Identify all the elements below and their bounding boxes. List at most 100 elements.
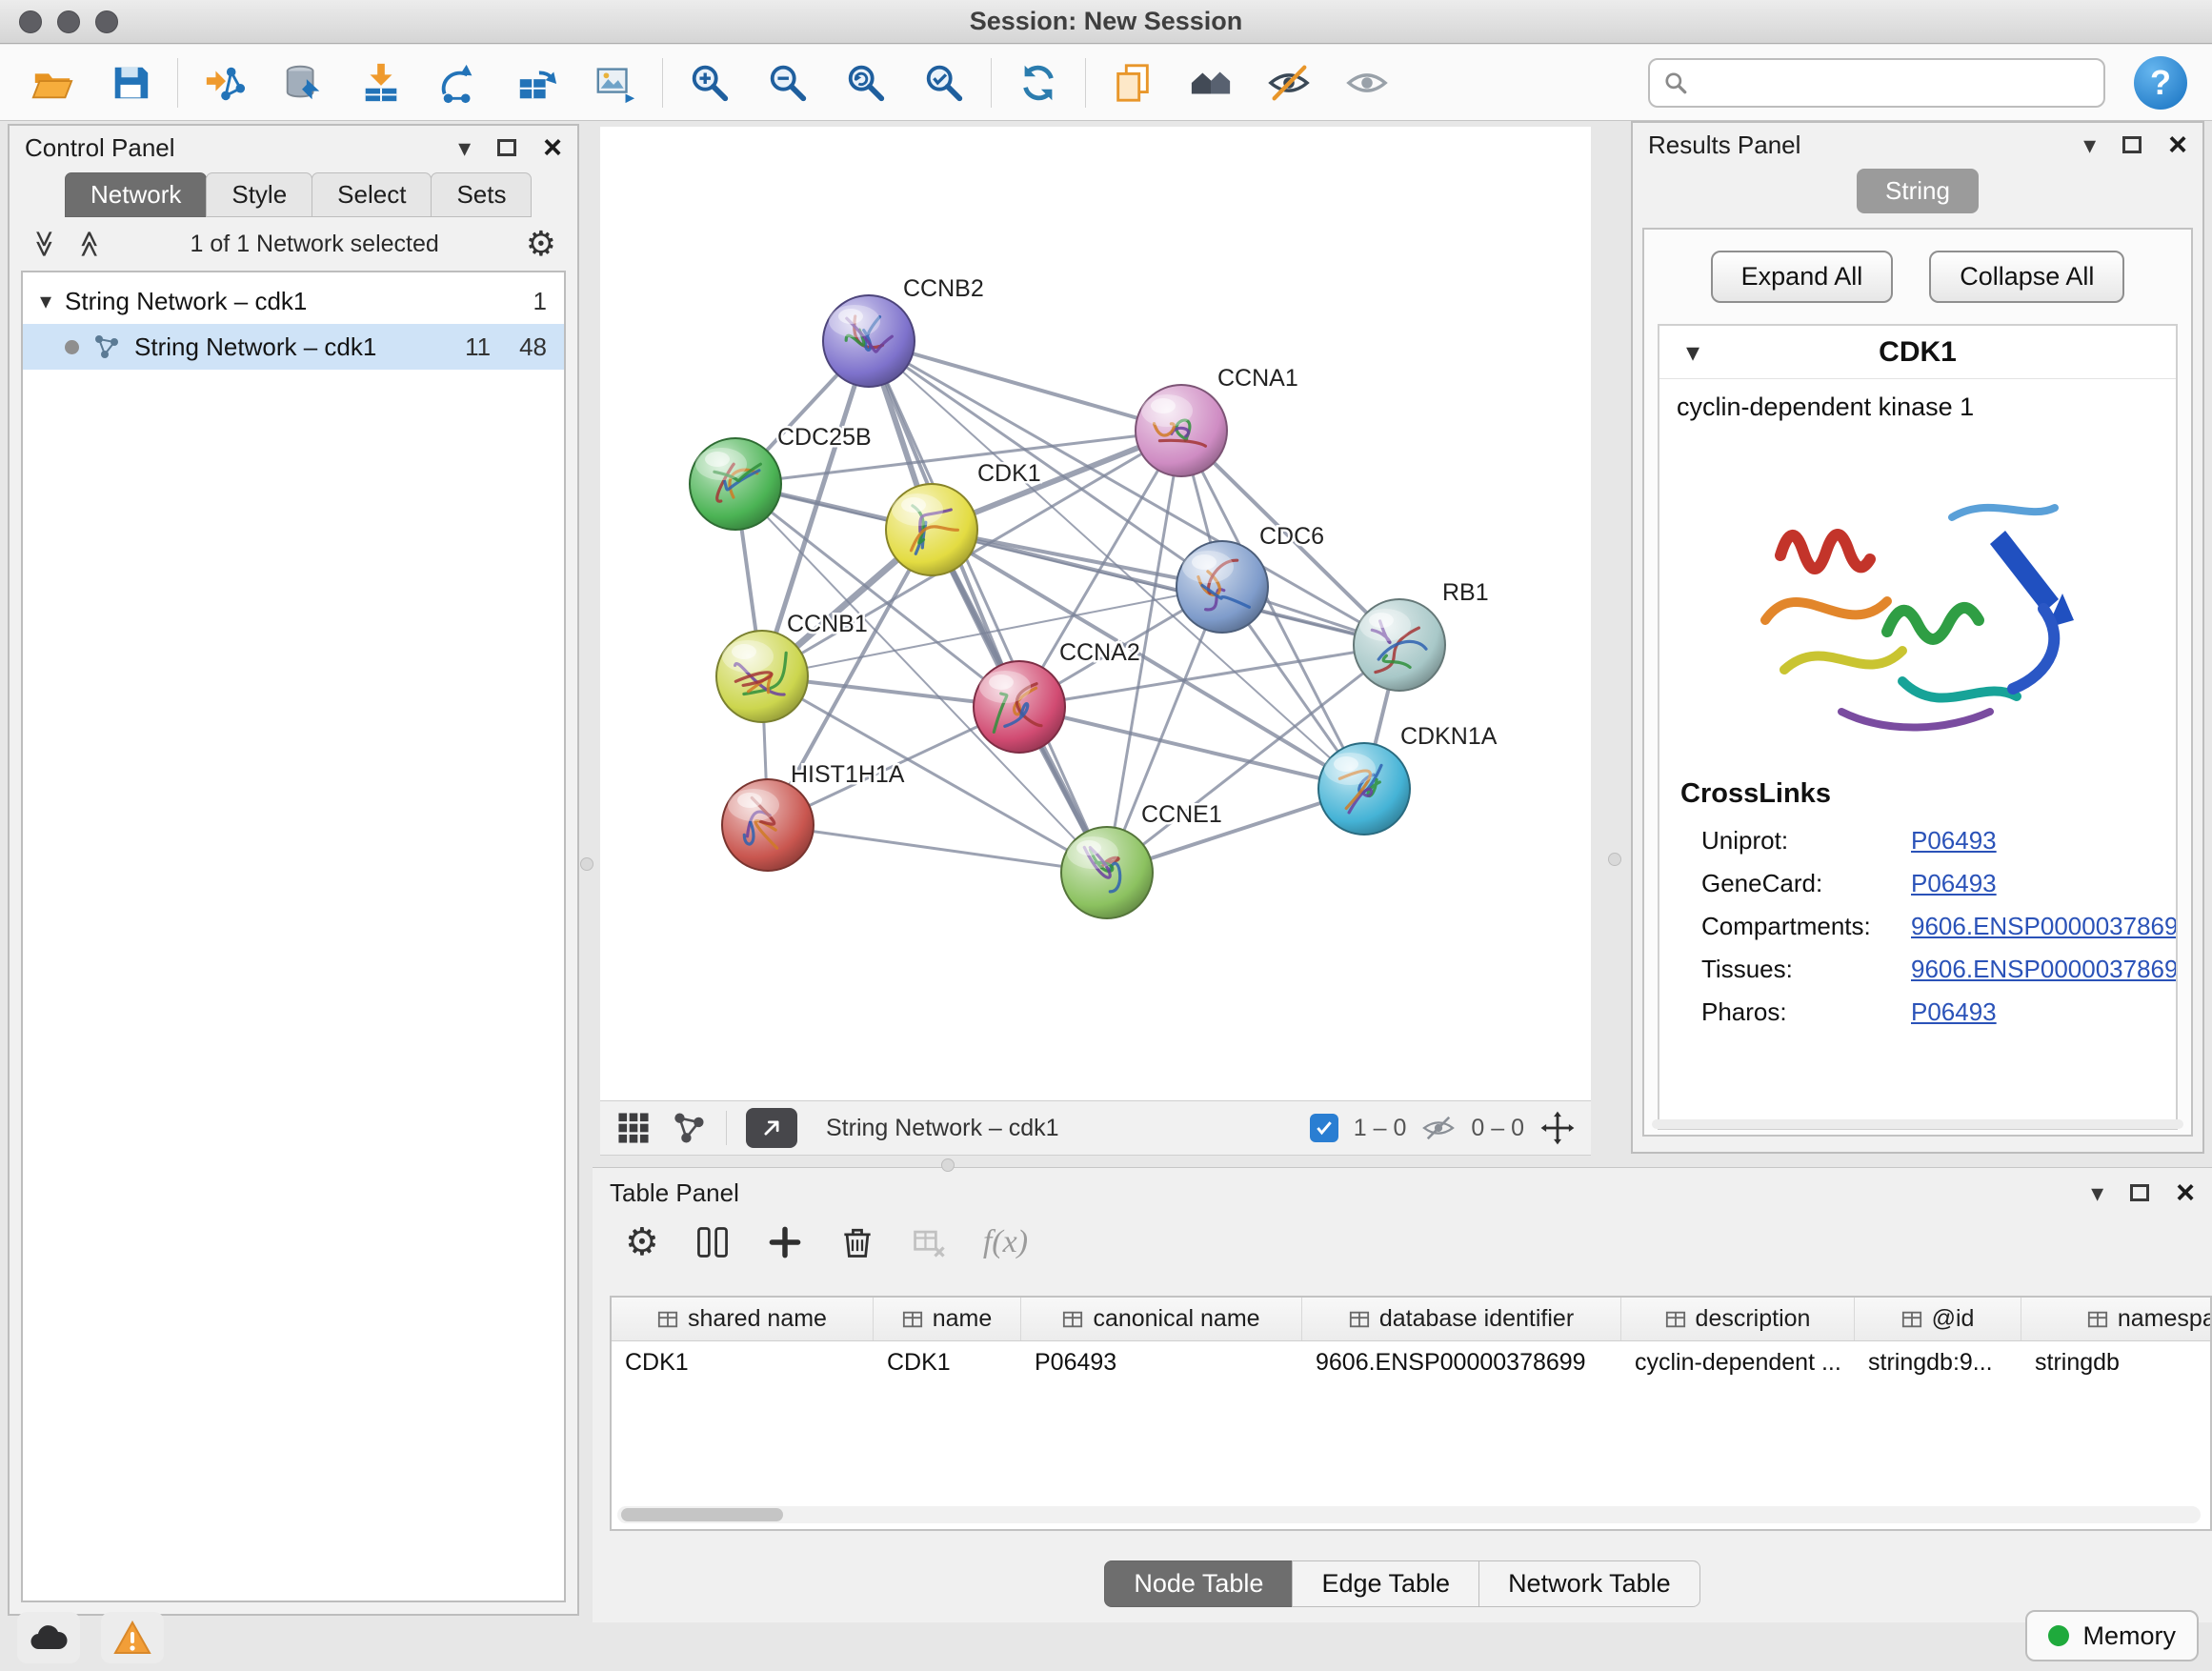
network-overview-icon[interactable] (671, 1110, 707, 1146)
panel-close-icon[interactable]: × (2168, 129, 2187, 161)
panel-close-icon[interactable]: × (2176, 1177, 2195, 1209)
open-session-button[interactable] (25, 55, 80, 111)
zoom-in-button[interactable] (682, 55, 737, 111)
collapse-section-icon[interactable]: ▾ (1659, 336, 1726, 368)
table-cell[interactable]: P06493 (1021, 1349, 1302, 1377)
window-minimize-button[interactable] (57, 10, 80, 33)
hide-annotations-button[interactable] (1261, 55, 1317, 111)
table-cell[interactable]: cyclin-dependent ... (1621, 1349, 1855, 1377)
collapse-all-button[interactable]: Collapse All (1929, 251, 2124, 303)
warning-status-button[interactable] (101, 1612, 164, 1663)
network-node-CDK1[interactable] (886, 484, 977, 575)
crosslink-link[interactable]: P06493 (1911, 826, 1997, 856)
splitter-handle[interactable] (941, 1158, 955, 1172)
splitter-handle[interactable] (580, 857, 593, 871)
tab-string[interactable]: String (1857, 169, 1979, 213)
collapse-all-networks-icon[interactable]: ≫ (76, 230, 103, 257)
column-header-name[interactable]: name (874, 1298, 1021, 1340)
help-button[interactable]: ? (2134, 56, 2187, 110)
column-header-canonical-name[interactable]: canonical name (1021, 1298, 1302, 1340)
crosslink-link[interactable]: 9606.ENSP00000378699 (1911, 955, 2178, 984)
network-node-CCNB1[interactable] (716, 631, 808, 722)
network-node-CCNE1[interactable] (1061, 827, 1153, 918)
tab-style[interactable]: Style (206, 172, 312, 217)
network-node-CCNB2[interactable] (823, 295, 915, 387)
network-node-CDKN1A[interactable] (1318, 743, 1410, 835)
duplicate-button[interactable] (1105, 55, 1160, 111)
panel-float-icon[interactable] (497, 139, 516, 156)
column-header-database-identifier[interactable]: database identifier (1302, 1298, 1621, 1340)
network-canvas[interactable]: CCNB2CCNA1CDC25BCDK1CDC6RB1CCNB1CCNA2CDK… (600, 127, 1591, 1100)
tab-select[interactable]: Select (312, 172, 432, 217)
show-graphics-details-button[interactable] (1339, 55, 1395, 111)
column-header-description[interactable]: description (1621, 1298, 1855, 1340)
tab-network[interactable]: Network (65, 172, 207, 217)
export-image-button[interactable] (588, 55, 643, 111)
control-panel-tabs: NetworkStyleSelectSets (10, 170, 577, 217)
memory-button[interactable]: Memory (2025, 1610, 2199, 1661)
table-cell[interactable]: 9606.ENSP00000378699 (1302, 1349, 1621, 1377)
network-node-CDC25B[interactable] (690, 438, 781, 530)
table-cell[interactable]: CDK1 (874, 1349, 1021, 1377)
import-network-file-button[interactable] (197, 55, 252, 111)
zoom-fit-button[interactable] (838, 55, 894, 111)
network-node-RB1[interactable] (1354, 599, 1445, 691)
network-row-selected[interactable]: String Network – cdk1 11 48 (23, 324, 564, 370)
export-table-button[interactable] (510, 55, 565, 111)
network-options-gear-icon[interactable]: ⚙ (526, 227, 556, 261)
column-header-namespace[interactable]: namespace (2021, 1298, 2212, 1340)
selected-items-checkbox[interactable] (1310, 1114, 1338, 1142)
birdseye-view-icon[interactable] (615, 1110, 652, 1146)
delete-column-trash-icon[interactable] (838, 1223, 876, 1261)
zoom-selected-button[interactable] (916, 55, 972, 111)
network-node-CDC6[interactable] (1176, 541, 1268, 633)
annotation-mode-button[interactable] (746, 1108, 797, 1148)
table-options-gear-icon[interactable]: ⚙ (625, 1223, 659, 1261)
gene-header[interactable]: ▾ CDK1 (1659, 326, 2176, 379)
panel-close-icon[interactable]: × (543, 131, 562, 164)
create-column-plus-icon[interactable] (766, 1223, 804, 1261)
crosslink-link[interactable]: 9606.ENSP00000378699 (1911, 912, 2178, 941)
search-input[interactable] (1698, 68, 2090, 97)
expand-all-button[interactable]: Expand All (1711, 251, 1894, 303)
refresh-button[interactable] (1011, 55, 1066, 111)
window-close-button[interactable] (19, 10, 42, 33)
network-collection-row[interactable]: ▾ String Network – cdk1 1 (23, 278, 564, 324)
home-button[interactable] (1183, 55, 1238, 111)
splitter-handle[interactable] (1608, 853, 1621, 866)
show-columns-icon[interactable] (694, 1223, 732, 1261)
column-header-shared-name[interactable]: shared name (612, 1298, 874, 1340)
panel-float-icon[interactable] (2130, 1184, 2149, 1201)
panel-menu-icon[interactable]: ▾ (2091, 1180, 2103, 1205)
network-node-CCNA2[interactable] (974, 661, 1065, 753)
crosslink-link[interactable]: P06493 (1911, 869, 1997, 898)
save-session-button[interactable] (103, 55, 158, 111)
table-cell[interactable]: stringdb (2021, 1349, 2212, 1377)
table-cell[interactable]: CDK1 (612, 1349, 874, 1377)
expand-all-networks-icon[interactable]: ≫ (31, 230, 58, 257)
tab-network-table[interactable]: Network Table (1478, 1560, 1700, 1607)
new-network-button[interactable] (432, 55, 487, 111)
results-scrollbar[interactable] (1652, 1119, 2183, 1129)
crosslink-link[interactable]: P06493 (1911, 997, 1997, 1027)
column-header-@id[interactable]: @id (1855, 1298, 2021, 1340)
disclosure-triangle-icon[interactable]: ▾ (40, 288, 51, 315)
table-cell[interactable]: stringdb:9... (1855, 1349, 2021, 1377)
network-node-HIST1H1A[interactable] (722, 779, 814, 871)
window-zoom-button[interactable] (95, 10, 118, 33)
import-network-database-button[interactable] (275, 55, 331, 111)
panel-menu-icon[interactable]: ▾ (458, 135, 471, 160)
network-node-CCNA1[interactable] (1136, 385, 1227, 476)
tab-edge-table[interactable]: Edge Table (1292, 1560, 1479, 1607)
pan-move-icon[interactable] (1539, 1110, 1576, 1146)
tab-node-table[interactable]: Node Table (1104, 1560, 1293, 1607)
cloud-status-button[interactable] (17, 1612, 80, 1663)
panel-float-icon[interactable] (2122, 136, 2142, 153)
scrollbar-thumb[interactable] (621, 1508, 783, 1521)
table-row[interactable]: CDK1CDK1P064939606.ENSP00000378699cyclin… (612, 1341, 2210, 1383)
tab-sets[interactable]: Sets (431, 172, 532, 217)
panel-menu-icon[interactable]: ▾ (2083, 132, 2096, 157)
import-table-file-button[interactable] (353, 55, 409, 111)
zoom-out-button[interactable] (760, 55, 815, 111)
table-horizontal-scrollbar[interactable] (617, 1506, 2201, 1523)
